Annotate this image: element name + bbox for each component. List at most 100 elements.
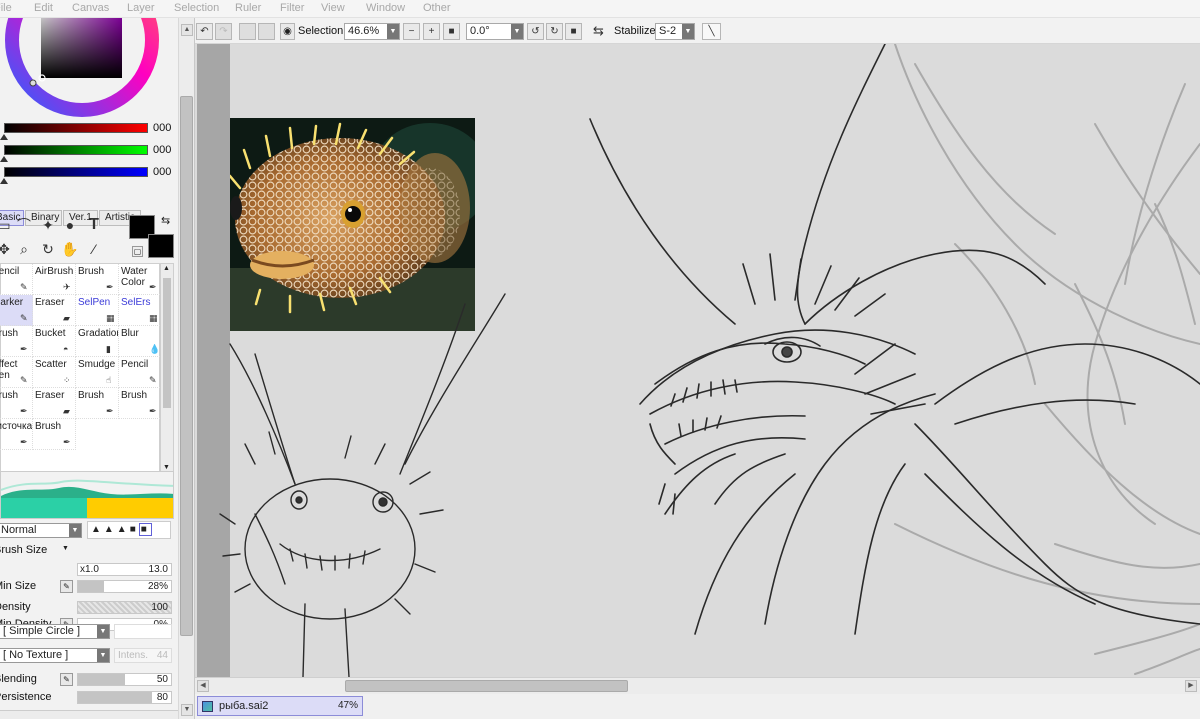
scroll-thumb[interactable]: [345, 680, 628, 692]
persistence-fill: [78, 692, 153, 703]
brush-slot[interactable]: Marker ✎: [0, 295, 33, 326]
brush-size-multiplier: x1.0: [80, 564, 99, 575]
scroll-left-icon[interactable]: ◀: [197, 680, 209, 692]
swap-colors-icon[interactable]: ⇆: [161, 214, 170, 227]
menu-view[interactable]: View: [321, 2, 345, 14]
persistence-slider[interactable]: 80: [77, 691, 172, 704]
document-tab[interactable]: рыба.sai2 47%: [197, 696, 363, 716]
brush-slot[interactable]: Brush✒: [119, 388, 162, 419]
invert-selection-icon[interactable]: [258, 23, 275, 40]
brush-texture-select[interactable]: [ No Texture ] ▼: [0, 648, 110, 663]
secondary-color-swatch[interactable]: [148, 234, 174, 258]
drawing-canvas[interactable]: [195, 44, 1200, 677]
brush-slot[interactable]: Pencil✎: [0, 264, 33, 295]
brush-slot[interactable]: Eraser ▰: [33, 388, 76, 419]
undo-icon[interactable]: ↶: [196, 23, 213, 40]
menu-ruler[interactable]: Ruler: [235, 2, 261, 14]
brush-slot[interactable]: SelErs ▦: [119, 295, 162, 326]
blending-slider[interactable]: 50: [77, 673, 172, 686]
chevron-down-icon: ▼: [97, 625, 109, 638]
brush-slot[interactable]: Eraser ▰: [33, 295, 76, 326]
menu-file[interactable]: File: [0, 2, 12, 14]
brush-slot[interactable]: Blur 💧: [119, 326, 162, 357]
magic-wand-icon[interactable]: ✦: [38, 215, 58, 235]
brush-slot[interactable]: Brush✒: [0, 388, 33, 419]
scroll-right-icon[interactable]: ▶: [1185, 680, 1197, 692]
scroll-down-icon[interactable]: ▼: [181, 704, 193, 716]
redo-icon[interactable]: ↷: [215, 23, 232, 40]
rotate-right-icon[interactable]: ↻: [546, 23, 563, 40]
shapes-icon[interactable]: ●: [60, 215, 80, 235]
brush-shape-value: [ Simple Circle ]: [3, 625, 81, 637]
rotate-reset-icon[interactable]: ■: [565, 23, 582, 40]
brush-size-field[interactable]: x1.0 13.0: [77, 563, 172, 576]
move-icon[interactable]: ✥: [0, 239, 14, 259]
brush-shape-strength[interactable]: [114, 624, 172, 639]
menu-filter[interactable]: Filter: [280, 2, 304, 14]
brush-slot[interactable]: Brush✒: [33, 419, 76, 450]
density-slider[interactable]: 100: [77, 601, 172, 614]
menu-canvas[interactable]: Canvas: [72, 2, 109, 14]
pressure-icon[interactable]: ✎: [60, 580, 73, 593]
line-tool-icon[interactable]: ╲: [702, 23, 721, 40]
menu-layer[interactable]: Layer: [127, 2, 155, 14]
brush-slot-label: Effect Pen: [0, 359, 18, 381]
brush-icon: ✒: [106, 406, 114, 416]
zoom-out-icon[interactable]: −: [403, 23, 420, 40]
brush-slot[interactable]: Smudge ☝: [76, 357, 119, 388]
brush-slot-label: AirBrush: [35, 266, 74, 277]
brush-slot[interactable]: Gradation ▮: [76, 326, 119, 357]
brush-slot[interactable]: Water Color ✒: [119, 264, 162, 295]
zoom-field[interactable]: 46.6% ▼: [344, 23, 400, 40]
min-size-value: 28%: [147, 581, 168, 592]
lasso-select-icon[interactable]: ⌒: [14, 215, 34, 235]
rotate-left-icon[interactable]: ↺: [527, 23, 544, 40]
color-wheel[interactable]: [0, 18, 178, 120]
zoom-reset-icon[interactable]: ■: [443, 23, 460, 40]
brush-slot[interactable]: AirBrush ✈: [33, 264, 76, 295]
rotation-field[interactable]: 0.0° ▼: [466, 23, 524, 40]
chevron-down-icon[interactable]: ▼: [62, 545, 69, 552]
effect-pen-icon: ✎: [20, 375, 28, 385]
min-size-slider[interactable]: 28%: [77, 580, 172, 593]
zoom-icon[interactable]: ⌕: [14, 239, 34, 259]
brush-slot[interactable]: Bucket ◓: [33, 326, 76, 357]
rect-select-icon[interactable]: ▭: [0, 215, 14, 235]
menu-other[interactable]: Other: [423, 2, 451, 14]
brush-slot-label: SelErs: [121, 297, 151, 308]
brush-grid-scrollbar[interactable]: ▲ ▼: [160, 263, 174, 473]
pencil-icon: ✎: [149, 375, 157, 385]
transparent-color-icon[interactable]: ▢: [132, 246, 143, 257]
flip-horizontal-icon[interactable]: ⇆: [590, 23, 607, 40]
brush-slot[interactable]: SelPen ▦: [76, 295, 119, 326]
blending-label: Blending: [0, 673, 37, 685]
brush-slot[interactable]: Scatter ⁘: [33, 357, 76, 388]
scroll-up-icon[interactable]: ▲: [181, 24, 193, 36]
menu-edit[interactable]: Edit: [34, 2, 53, 14]
zoom-in-icon[interactable]: +: [423, 23, 440, 40]
brush-slot[interactable]: кисточка ✒: [0, 419, 33, 450]
canvas-horizontal-scrollbar[interactable]: ◀ ▶: [195, 677, 1200, 694]
brush-slot[interactable]: Pencil✎: [119, 357, 162, 388]
brush-slot[interactable]: Brush✒: [76, 388, 119, 419]
show-selection-toggle[interactable]: ◉ Selection: [280, 23, 343, 40]
rotate-icon[interactable]: ↻: [38, 239, 58, 259]
brush-tip-shapes[interactable]: ▲▲▲■ ■: [87, 521, 171, 539]
brush-slot[interactable]: Brush✒: [76, 264, 119, 295]
density-label: Density: [0, 601, 31, 613]
blend-mode-select[interactable]: Normal ▼: [0, 523, 82, 538]
eyedropper-icon[interactable]: ⁄: [84, 239, 104, 259]
hand-icon[interactable]: ✋: [60, 239, 80, 259]
stabilizer-select[interactable]: S-2 ▼: [655, 23, 695, 40]
deselect-icon[interactable]: [239, 23, 256, 40]
pressure-icon[interactable]: ✎: [60, 673, 73, 686]
brush-shape-select[interactable]: [ Simple Circle ] ▼: [0, 624, 110, 639]
texture-intensity-field[interactable]: Intens. 44: [114, 648, 172, 663]
scroll-thumb[interactable]: [180, 96, 193, 636]
menu-selection[interactable]: Selection: [174, 2, 219, 14]
menu-window[interactable]: Window: [366, 2, 405, 14]
text-tool-icon[interactable]: T: [84, 215, 104, 235]
left-panel-scrollbar[interactable]: ▲ ▼: [178, 18, 195, 719]
brush-slot[interactable]: Effect Pen✎: [0, 357, 33, 388]
brush-slot[interactable]: Brush✒: [0, 326, 33, 357]
